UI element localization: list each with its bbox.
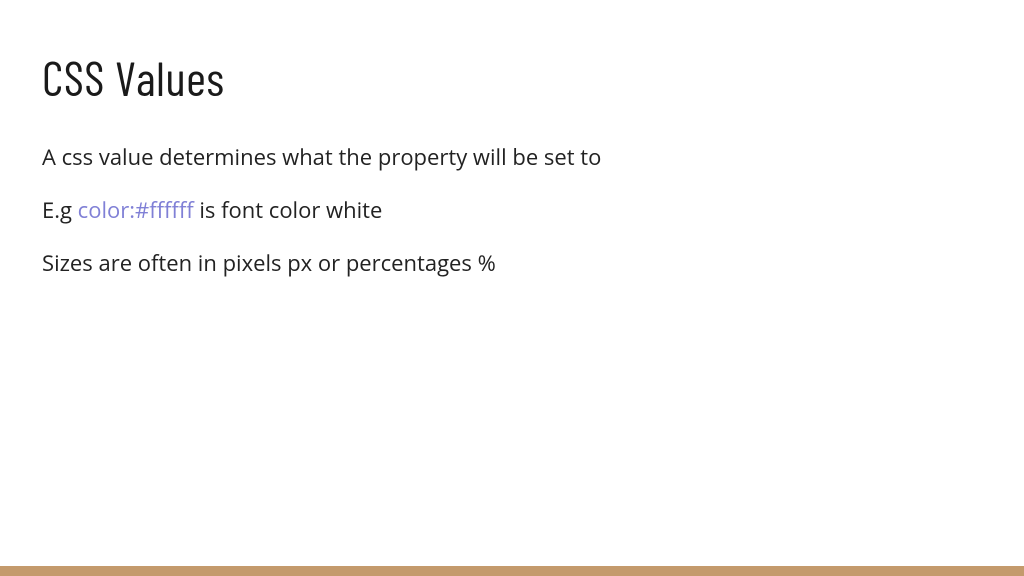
slide-container: CSS Values A css value determines what t… [0,0,1024,576]
body-line-2-prefix: E.g [42,195,78,225]
code-example: color:#ffffff [78,195,194,225]
body-line-1: A css value determines what the property… [42,142,982,173]
body-line-2: E.g color:#ffffff is font color white [42,195,982,226]
body-line-3: Sizes are often in pixels px or percenta… [42,248,982,279]
slide-title: CSS Values [42,48,982,106]
decorative-footer-bar [0,566,1024,576]
body-line-2-suffix: is font color white [194,195,383,225]
